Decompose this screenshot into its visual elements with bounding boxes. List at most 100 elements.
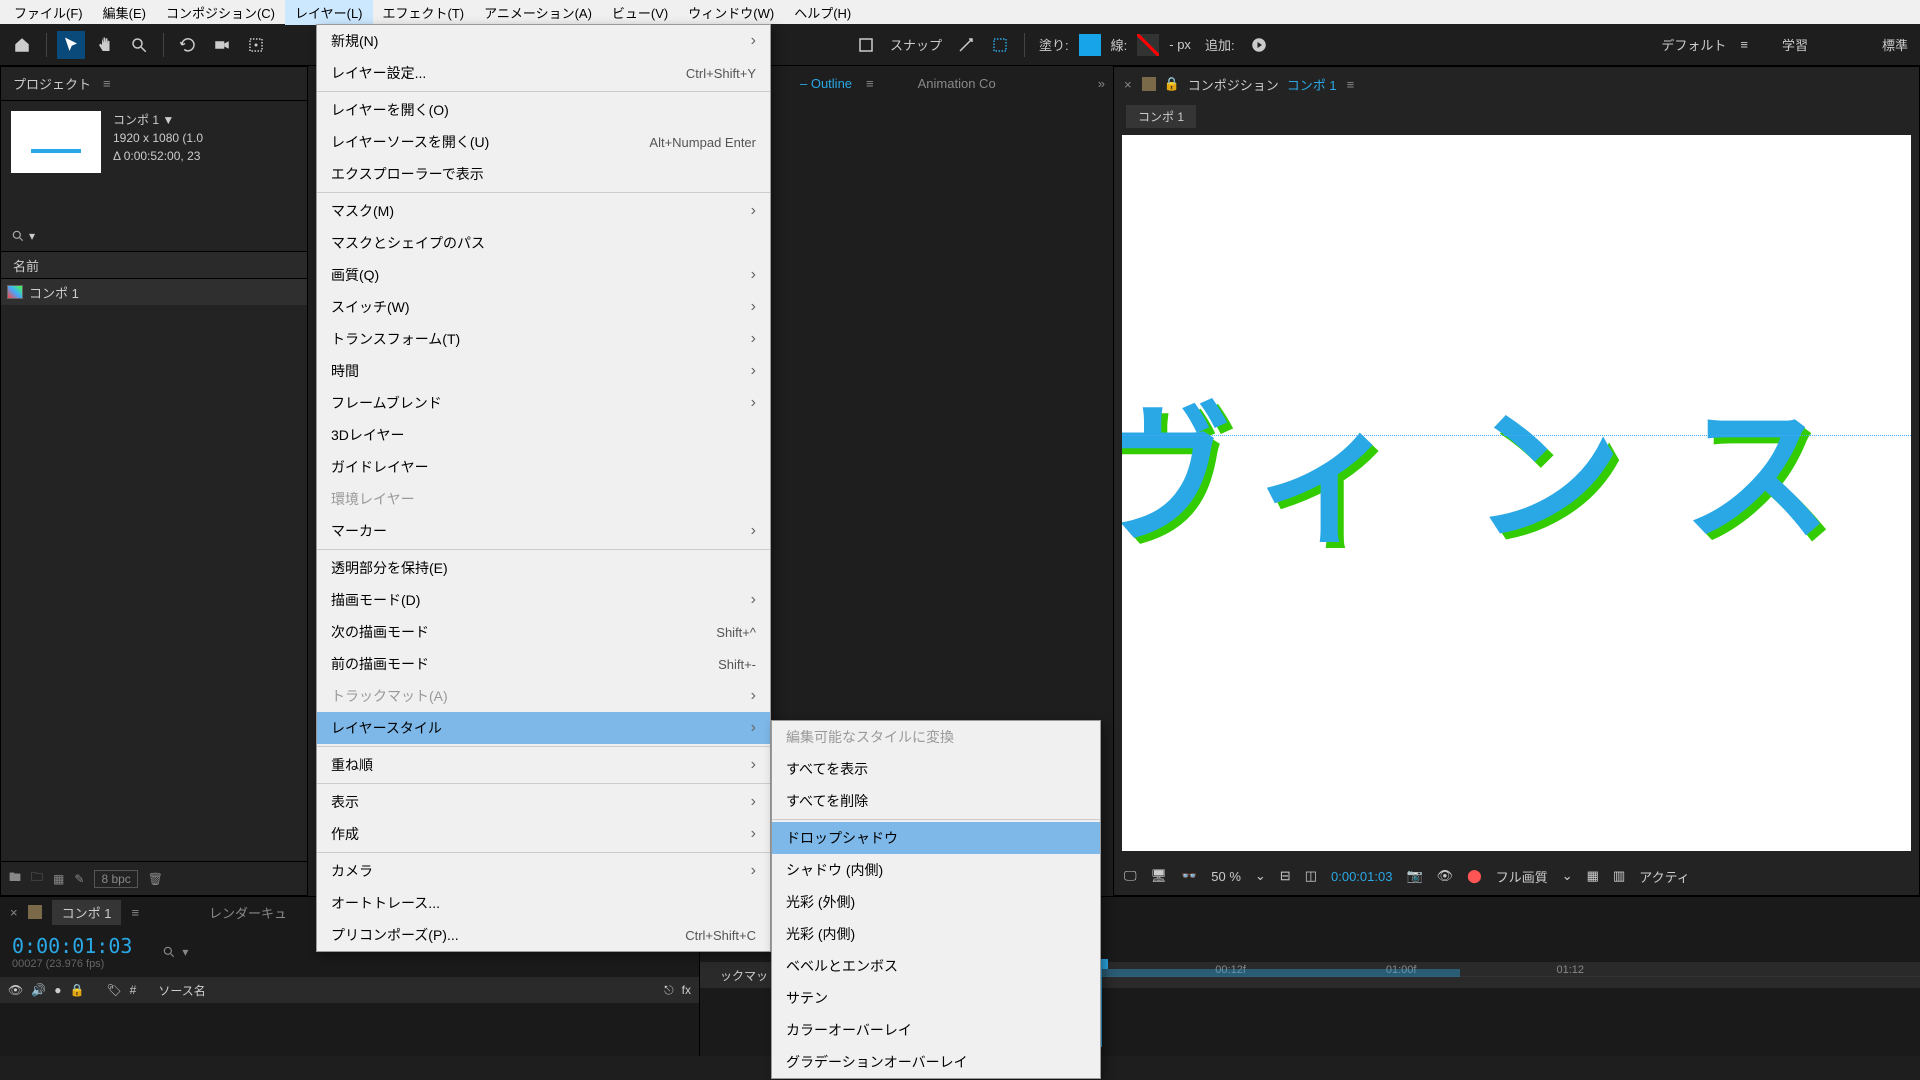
eye-icon[interactable]: 👁: [8, 983, 23, 997]
workspace-standard[interactable]: 標準: [1878, 35, 1912, 54]
menu-item[interactable]: マスクとシェイプのパス: [317, 227, 770, 259]
menu-item[interactable]: 光彩 (内側): [772, 918, 1100, 950]
menu-item[interactable]: プリコンポーズ(P)...Ctrl+Shift+C: [317, 919, 770, 951]
show-snapshot-icon[interactable]: 👁: [1437, 868, 1454, 884]
snap-label[interactable]: スナップ: [886, 35, 946, 54]
menu-0[interactable]: ファイル(F): [4, 0, 93, 25]
menu-item[interactable]: ベベルとエンボス: [772, 950, 1100, 982]
project-tab[interactable]: プロジェクト≡: [1, 67, 307, 101]
anchor-tool-icon[interactable]: [242, 31, 270, 59]
home-icon[interactable]: [8, 31, 36, 59]
bpc-label[interactable]: 8 bpc: [94, 870, 137, 888]
menu-item[interactable]: ガイドレイヤー: [317, 451, 770, 483]
menu-item[interactable]: 描画モード(D): [317, 584, 770, 616]
active-camera[interactable]: アクティ: [1639, 867, 1690, 886]
tag-icon[interactable]: ✎: [74, 872, 84, 886]
add-button-icon[interactable]: [1245, 31, 1273, 59]
menu-item[interactable]: 作成: [317, 818, 770, 850]
menu-8[interactable]: ヘルプ(H): [784, 0, 861, 25]
trash-icon[interactable]: 🗑: [148, 872, 163, 886]
menu-item[interactable]: マーカー: [317, 515, 770, 547]
menu-item[interactable]: 次の描画モードShift+^: [317, 616, 770, 648]
project-search[interactable]: ▾: [1, 221, 307, 251]
guides-icon[interactable]: ▥: [1613, 868, 1625, 884]
res-down-icon[interactable]: ⊟: [1280, 868, 1291, 884]
shy-icon[interactable]: ⎋: [664, 983, 674, 998]
menu-item[interactable]: トランスフォーム(T): [317, 323, 770, 355]
animation-tab[interactable]: Animation Co: [918, 76, 996, 91]
viewer-comp-chip[interactable]: コンポ 1: [1126, 105, 1196, 128]
menu-item[interactable]: フレームブレンド: [317, 387, 770, 419]
display-icon[interactable]: 🖥: [1151, 868, 1168, 884]
menu-3[interactable]: レイヤー(L): [285, 0, 373, 25]
snap-bounds-icon[interactable]: [986, 31, 1014, 59]
menu-item[interactable]: 重ね順: [317, 749, 770, 781]
menu-item[interactable]: サテン: [772, 982, 1100, 1014]
quality-dropdown[interactable]: フル画質: [1496, 867, 1548, 886]
project-column-name[interactable]: 名前: [1, 251, 307, 279]
selection-tool-icon[interactable]: [57, 31, 85, 59]
menu-item[interactable]: グラデーションオーバーレイ: [772, 1046, 1100, 1078]
hand-tool-icon[interactable]: [91, 31, 119, 59]
menu-4[interactable]: エフェクト(T): [373, 0, 475, 25]
menu-2[interactable]: コンポジション(C): [156, 0, 285, 25]
viewer-title[interactable]: 🔒 コンポジション コンポ 1: [1142, 75, 1337, 94]
menu-item[interactable]: スイッチ(W): [317, 291, 770, 323]
menu-item[interactable]: カラーオーバーレイ: [772, 1014, 1100, 1046]
channel-icon[interactable]: ⬤: [1467, 868, 1482, 884]
menu-7[interactable]: ウィンドウ(W): [678, 0, 784, 25]
snapshot-icon[interactable]: 📷: [1406, 868, 1422, 884]
camera-tool-icon[interactable]: [208, 31, 236, 59]
zoom-value[interactable]: 50 %: [1211, 869, 1241, 884]
menu-item[interactable]: 前の描画モードShift+-: [317, 648, 770, 680]
close-viewer-icon[interactable]: ×: [1124, 77, 1132, 92]
timeline-timecode[interactable]: 0:00:01:03: [12, 934, 132, 958]
menu-item[interactable]: レイヤーを開く(O): [317, 94, 770, 126]
rect-tool-icon[interactable]: [852, 31, 880, 59]
composition-canvas[interactable]: ヴ ィ ン ス: [1122, 135, 1911, 851]
workspace-learn[interactable]: 学習: [1778, 35, 1812, 54]
menu-5[interactable]: アニメーション(A): [474, 0, 602, 25]
render-queue-tab[interactable]: レンダーキュ: [209, 903, 287, 922]
close-tl-icon[interactable]: ×: [10, 905, 18, 920]
solo-icon[interactable]: ●: [54, 983, 61, 997]
menu-item[interactable]: 透明部分を保持(E): [317, 552, 770, 584]
timeline-tab[interactable]: コンポ 1: [52, 900, 122, 925]
lock-col-icon[interactable]: 🔒: [69, 983, 84, 997]
menu-item[interactable]: ドロップシャドウ: [772, 822, 1100, 854]
menu-item[interactable]: 新規(N): [317, 25, 770, 57]
workspace-menu-icon[interactable]: ≡: [1736, 37, 1752, 52]
stroke-px[interactable]: - px: [1165, 37, 1195, 52]
menu-item[interactable]: オートトレース...: [317, 887, 770, 919]
interpret-icon[interactable]: 🖿: [9, 868, 21, 889]
snap-opt-icon[interactable]: [952, 31, 980, 59]
outline-tab[interactable]: – Outline: [800, 76, 852, 91]
fx-icon[interactable]: fx: [682, 983, 691, 997]
menu-item[interactable]: エクスプローラーで表示: [317, 158, 770, 190]
rotate-tool-icon[interactable]: [174, 31, 202, 59]
workspace-default[interactable]: デフォルト: [1657, 35, 1730, 54]
menu-6[interactable]: ビュー(V): [602, 0, 678, 25]
vr-icon[interactable]: 👓: [1181, 868, 1197, 884]
zoom-tool-icon[interactable]: [125, 31, 153, 59]
grid-icon[interactable]: ▦: [1587, 868, 1599, 884]
new-comp-icon[interactable]: ▦: [53, 872, 64, 886]
source-col[interactable]: ソース名: [158, 982, 205, 999]
menu-item[interactable]: レイヤーソースを開く(U)Alt+Numpad Enter: [317, 126, 770, 158]
menu-item[interactable]: マスク(M): [317, 195, 770, 227]
fill-swatch[interactable]: [1079, 34, 1101, 56]
menu-item[interactable]: 3Dレイヤー: [317, 419, 770, 451]
timeline-search[interactable]: ▾: [162, 945, 188, 959]
stroke-swatch[interactable]: [1137, 34, 1159, 56]
lock-icon[interactable]: 🔒: [1164, 76, 1180, 92]
menu-item[interactable]: レイヤー設定...Ctrl+Shift+Y: [317, 57, 770, 89]
work-area-bar[interactable]: [1060, 969, 1460, 977]
menu-1[interactable]: 編集(E): [93, 0, 156, 25]
monitor-icon[interactable]: 🖵: [1124, 868, 1137, 884]
menu-item[interactable]: カメラ: [317, 855, 770, 887]
menu-item[interactable]: すべてを削除: [772, 785, 1100, 817]
menu-item[interactable]: 時間: [317, 355, 770, 387]
menu-item[interactable]: 光彩 (外側): [772, 886, 1100, 918]
folder-icon[interactable]: 🗀: [31, 868, 43, 889]
menu-item[interactable]: 画質(Q): [317, 259, 770, 291]
